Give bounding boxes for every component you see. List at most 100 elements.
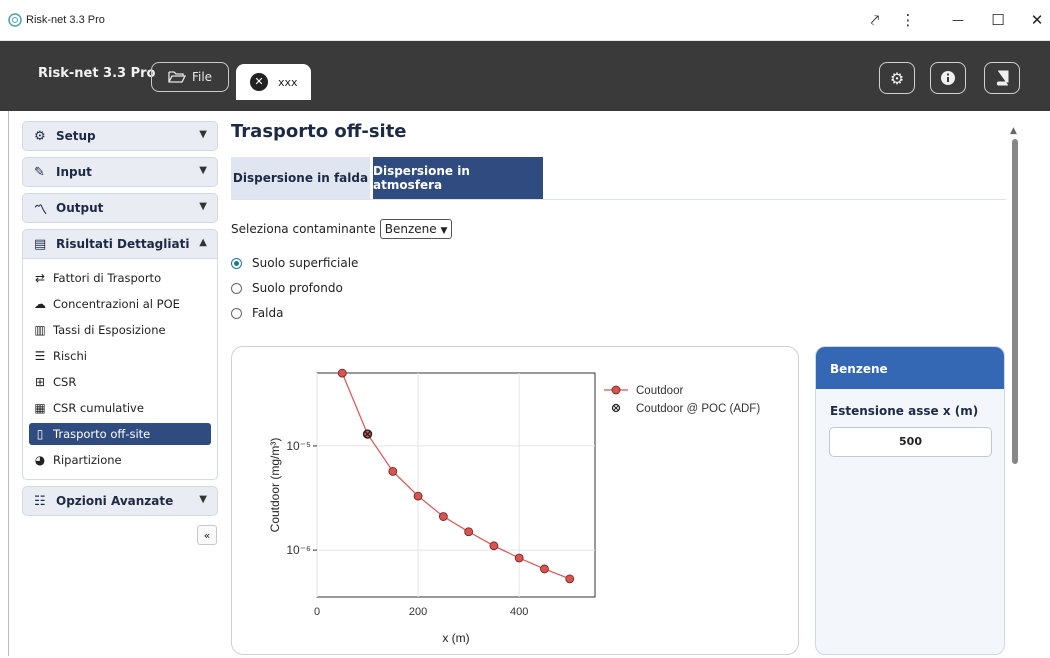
extension-icon[interactable]: ⤤ xyxy=(860,6,890,34)
settings-card: Benzene Estensione asse x (m) 500 xyxy=(815,346,1005,655)
map-icon: ▯ xyxy=(36,427,44,441)
manual-button[interactable] xyxy=(984,62,1020,94)
y-tick-label: 10⁻⁵ xyxy=(286,439,311,453)
sidebar-section-label: Risultati Dettagliati xyxy=(56,237,190,251)
data-point xyxy=(565,574,575,584)
sidebar-section-setup[interactable]: ⚙ Setup ▼ xyxy=(22,121,218,151)
file-button[interactable]: File xyxy=(151,62,229,92)
contaminant-label: Seleziona contaminante xyxy=(231,222,376,236)
radio-indicator[interactable] xyxy=(231,257,242,269)
sidebar-item-rischi[interactable]: ☰ Rischi xyxy=(29,343,211,369)
sidebar-section-input[interactable]: ✎ Input ▼ xyxy=(22,157,218,187)
brand-title: Risk-net 3.3 Pro xyxy=(38,66,156,81)
sidebar-item-label: CSR cumulative xyxy=(53,401,144,415)
x-tick-label: 0 xyxy=(314,606,320,618)
chart-card: 0 200 400 10⁻⁵ 10⁻⁶ x (m) Coutdoor (mg/m³) Cout… xyxy=(231,346,799,655)
contaminant-select[interactable]: Benzene ▼ xyxy=(379,219,453,239)
app-header: Risk-net 3.3 Pro File ✕ xxx ⚙ xyxy=(0,41,1050,111)
sidebar-item-label: Rischi xyxy=(53,349,87,363)
chevron-down-icon: ▼ xyxy=(199,129,207,140)
sidebar-section-label: Setup xyxy=(56,129,96,143)
sidebar-section-opzioni[interactable]: ☷ Opzioni Avanzate ▼ xyxy=(22,486,218,516)
radio-falda[interactable]: Falda xyxy=(231,306,283,320)
sidebar-section-label: Opzioni Avanzate xyxy=(56,494,174,508)
data-point xyxy=(413,491,423,501)
close-circle-icon[interactable]: ✕ xyxy=(250,73,268,91)
radio-label: Falda xyxy=(252,306,284,320)
maximize-button[interactable]: ☐ xyxy=(983,6,1013,34)
info-button[interactable] xyxy=(930,62,966,94)
radio-indicator[interactable] xyxy=(231,307,242,319)
legend-label-poc: Coutdoor @ POC (ADF) xyxy=(636,403,760,415)
tab-dispersione-atmosfera[interactable]: Dispersione in atmosfera xyxy=(373,157,543,199)
sidebar-item-label: Trasporto off-site xyxy=(53,427,151,441)
chevron-up-icon: ▲ xyxy=(199,237,207,248)
pie-icon: ◕ xyxy=(34,453,46,467)
data-point xyxy=(540,564,549,574)
sidebar: ⚙ Setup ▼ ✎ Input ▼ 〽 Output ▼ ▤ Risulta… xyxy=(22,121,218,522)
axis-extension-label: Estensione asse x (m) xyxy=(830,404,979,418)
data-point xyxy=(388,466,398,476)
x-axis-label: x (m) xyxy=(442,631,469,645)
page-title: Trasporto off-site xyxy=(231,121,407,142)
sidebar-item-label: Concentrazioni al POE xyxy=(53,297,180,311)
scrollbar[interactable]: ▲ xyxy=(1010,121,1020,651)
axis-extension-input[interactable]: 500 xyxy=(829,427,992,457)
sidebar-item-tassi[interactable]: ▥ Tassi di Esposizione xyxy=(29,317,211,343)
settings-card-header: Benzene xyxy=(816,347,1004,389)
sidebar-item-fattori[interactable]: ⇄ Fattori di Trasporto xyxy=(29,265,211,291)
document-tab[interactable]: ✕ xxx xyxy=(236,64,311,100)
legend-marker-coutdoor xyxy=(611,385,621,395)
gear-icon: ⚙ xyxy=(34,128,46,144)
data-point xyxy=(489,541,499,551)
collapse-sidebar-button[interactable]: « xyxy=(197,525,217,545)
dispersion-chart: 0 200 400 10⁻⁵ 10⁻⁶ x (m) Coutdoor (mg/m³) Cout… xyxy=(268,368,760,645)
sidebar-item-csr-cumulative[interactable]: ▦ CSR cumulative xyxy=(29,395,211,421)
window-border xyxy=(8,111,9,656)
scrollbar-thumb[interactable] xyxy=(1012,139,1018,464)
chevron-down-icon: ▼ xyxy=(440,226,448,236)
tab-dispersione-falda[interactable]: Dispersione in falda xyxy=(231,157,370,199)
sliders-icon: ☷ xyxy=(34,493,46,509)
tab-bar: Dispersione in falda Dispersione in atmo… xyxy=(231,157,1006,200)
radio-label: Suolo superficiale xyxy=(252,256,359,270)
sidebar-section-output[interactable]: 〽 Output ▼ xyxy=(22,193,218,223)
sidebar-section-risultati[interactable]: ▤ Risultati Dettagliati ▲ xyxy=(22,229,218,259)
sidebar-item-label: Tassi di Esposizione xyxy=(53,323,166,337)
sidebar-item-csr[interactable]: ⊞ CSR xyxy=(29,369,211,395)
sidebar-item-concentrazioni[interactable]: ☁ Concentrazioni al POE xyxy=(29,291,211,317)
data-point xyxy=(337,368,347,378)
y-axis-label: Coutdoor (mg/m³) xyxy=(268,438,282,533)
window-title: Risk-net 3.3 Pro xyxy=(26,14,105,26)
data-point xyxy=(514,553,524,563)
settings-button[interactable]: ⚙ xyxy=(879,62,915,94)
sidebar-item-ripartizione[interactable]: ◕ Ripartizione xyxy=(29,447,211,473)
radio-suolo-superficiale[interactable]: Suolo superficiale xyxy=(231,256,358,270)
chevron-down-icon: ▼ xyxy=(199,201,207,212)
data-point xyxy=(464,527,474,537)
bar-chart-icon: ▥ xyxy=(34,323,46,337)
window-titlebar: Risk-net 3.3 Pro ⤤ ⋮ — ☐ ✕ xyxy=(0,0,1050,41)
main-content: Trasporto off-site Dispersione in falda … xyxy=(231,121,1007,655)
sidebar-item-label: CSR xyxy=(53,375,77,389)
grid-icon: ⊞ xyxy=(34,375,46,389)
sidebar-section-label: Output xyxy=(56,201,104,215)
list-icon: ☰ xyxy=(34,349,46,363)
document-tab-label: xxx xyxy=(278,75,298,89)
sidebar-item-label: Fattori di Trasporto xyxy=(53,271,162,285)
radio-suolo-profondo[interactable]: Suolo profondo xyxy=(231,281,343,295)
close-window-button[interactable]: ✕ xyxy=(1022,6,1050,34)
chevron-down-icon: ▼ xyxy=(199,494,207,505)
contaminant-row: Seleziona contaminante Benzene ▼ xyxy=(231,219,453,239)
chevron-down-icon: ▼ xyxy=(199,165,207,176)
x-tick-label: 200 xyxy=(409,606,427,618)
minimize-button[interactable]: — xyxy=(943,6,973,34)
menu-dots-icon[interactable]: ⋮ xyxy=(893,6,923,34)
radio-indicator[interactable] xyxy=(231,282,242,294)
sidebar-item-trasporto[interactable]: ▯ Trasporto off-site xyxy=(29,423,211,445)
folder-open-icon xyxy=(168,71,186,83)
sidebar-item-label: Ripartizione xyxy=(53,453,122,467)
scroll-up-icon[interactable]: ▲ xyxy=(1010,126,1017,136)
radio-label: Suolo profondo xyxy=(252,281,343,295)
plot-area xyxy=(316,372,596,598)
